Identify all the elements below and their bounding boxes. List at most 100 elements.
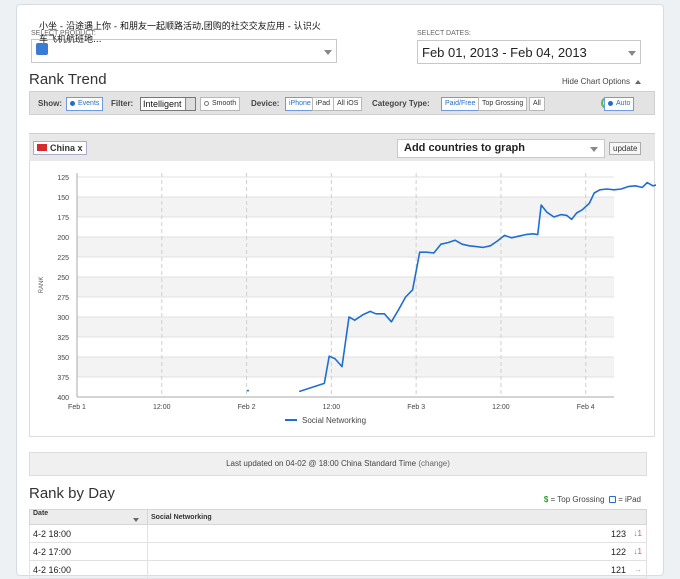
y-tick-label: 175 [57,215,69,222]
data-point [412,289,414,291]
chart-options-toolbar: Show: Events Filter: Intelligent Smooth … [29,91,655,115]
device-all-ios-button[interactable]: All iOS [333,97,363,111]
table-row: 4-2 17:00 122 ↓1 [29,542,647,561]
sort-down-icon [133,518,139,523]
data-point [627,186,629,188]
update-button[interactable]: update [609,142,642,155]
y-tick-label: 250 [57,275,69,282]
data-point [328,355,330,357]
main-panel: SELECT PRODUCT: 小坐 - 沿途遇上你 - 和朋友一起顺路活动,团… [16,4,680,579]
china-flag-icon [37,144,47,151]
country-chip-china[interactable]: China x [33,141,87,155]
y-tick-label: 275 [57,295,69,302]
x-tick-label: 12:00 [492,404,510,411]
data-point [525,234,527,236]
data-point [390,321,393,323]
events-label: Events [78,100,100,107]
filter-select[interactable]: Intelligent [140,97,196,111]
add-countries-label: Add countries to graph [404,142,525,154]
y-tick-label: 300 [57,315,69,322]
date-range-select[interactable]: Feb 01, 2013 - Feb 04, 2013 [417,40,641,64]
smooth-toggle[interactable]: Smooth [200,97,241,111]
y-tick-label: 325 [57,335,69,342]
category-all-button[interactable]: All [529,97,545,111]
chevron-down-icon [628,51,636,56]
country-bar: China x Add countries to graph update [29,133,655,161]
data-point [468,245,470,247]
rank-by-day-table: Date Social Networking 4-2 18:00 123 ↓1 4… [29,509,647,579]
data-point [571,218,573,220]
x-tick-label: Feb 1 [68,404,86,411]
grid-band [77,237,614,257]
change-timezone-link[interactable]: (change) [418,459,450,468]
ipad-icon [608,496,616,504]
radio-icon [204,100,209,106]
rank-trend-svg: 125 150 175 200 225 250 275 300 325 350 375 400 Feb … [39,173,680,425]
data-point [546,211,548,213]
grid-band [77,197,614,217]
data-point [433,252,435,254]
y-axis-label: RANK [39,277,45,294]
x-tick-label: Feb 2 [238,404,256,411]
row-rank: 123 ↓1 [147,524,647,543]
rank-trend-chart: 125 150 175 200 225 250 275 300 325 350 375 400 Feb … [29,161,680,437]
filter-value: Intelligent [143,99,182,109]
auto-toggle[interactable]: Auto [604,97,635,111]
grid-band [77,277,614,297]
data-point [588,202,590,204]
grid-band [77,317,614,337]
y-tick-label: 125 [57,175,69,182]
series-column-header[interactable]: Social Networking [147,509,647,525]
x-tick-label: Feb 4 [577,404,595,411]
data-point [298,390,301,392]
date-column-header[interactable]: Date [29,509,148,525]
data-point [646,182,648,184]
hide-chart-options-link[interactable]: Hide Chart Options [562,77,641,86]
data-point [496,240,499,242]
data-point [397,309,400,311]
rank-trend-title: Rank Trend [29,71,107,88]
y-tick-label: 150 [57,195,69,202]
chevron-down-icon [590,147,598,152]
grid-band [77,357,614,377]
data-point [404,296,407,298]
data-point [560,214,562,216]
rank-value: 123 [610,528,626,539]
filter-label: Filter: [111,99,134,108]
rank-by-day-title: Rank by Day [29,485,115,502]
data-point [634,185,636,187]
data-point [593,192,595,194]
data-point [375,313,377,315]
x-tick-label: 12:00 [153,404,171,411]
category-type-label: Category Type: [372,99,430,108]
category-top-grossing-button[interactable]: Top Grossing [478,97,528,111]
product-name: 小坐 - 沿途遇上你 - 和朋友一起顺路活动,团购的社交交友应用 - 认识火车飞… [39,22,321,45]
chevron-down-icon [324,50,332,55]
data-point [652,185,654,187]
data-point [482,246,484,248]
device-iphone-button[interactable]: iPhone [285,97,315,111]
y-tick-label: 200 [57,235,69,242]
add-countries-select[interactable]: Add countries to graph [397,139,605,158]
y-tick-label: 225 [57,255,69,262]
auto-label: Auto [616,100,631,107]
category-paid-free-button[interactable]: Paid/Free [441,97,480,111]
device-ipad-button[interactable]: iPad [312,97,335,111]
data-point [518,235,520,237]
data-point [447,242,449,244]
row-date: 4-2 18:00 [29,524,148,543]
rank-legend: $ = Top Grossing = iPad [544,495,641,504]
rank-flat-icon: → [634,565,642,574]
rank-down-icon: ↓1 [633,529,642,538]
table-header-row: Date Social Networking [29,509,647,525]
rank-down-icon: ↓1 [633,547,642,556]
select-dates-label: SELECT DATES: [417,30,471,37]
data-point [246,389,249,392]
data-point [575,212,578,214]
data-point [581,209,583,211]
data-point [606,188,608,190]
rank-value: 122 [610,546,626,557]
y-tick-label: 375 [57,375,69,382]
events-toggle[interactable]: Events [66,97,104,111]
legend-label: Social Networking [302,416,366,425]
